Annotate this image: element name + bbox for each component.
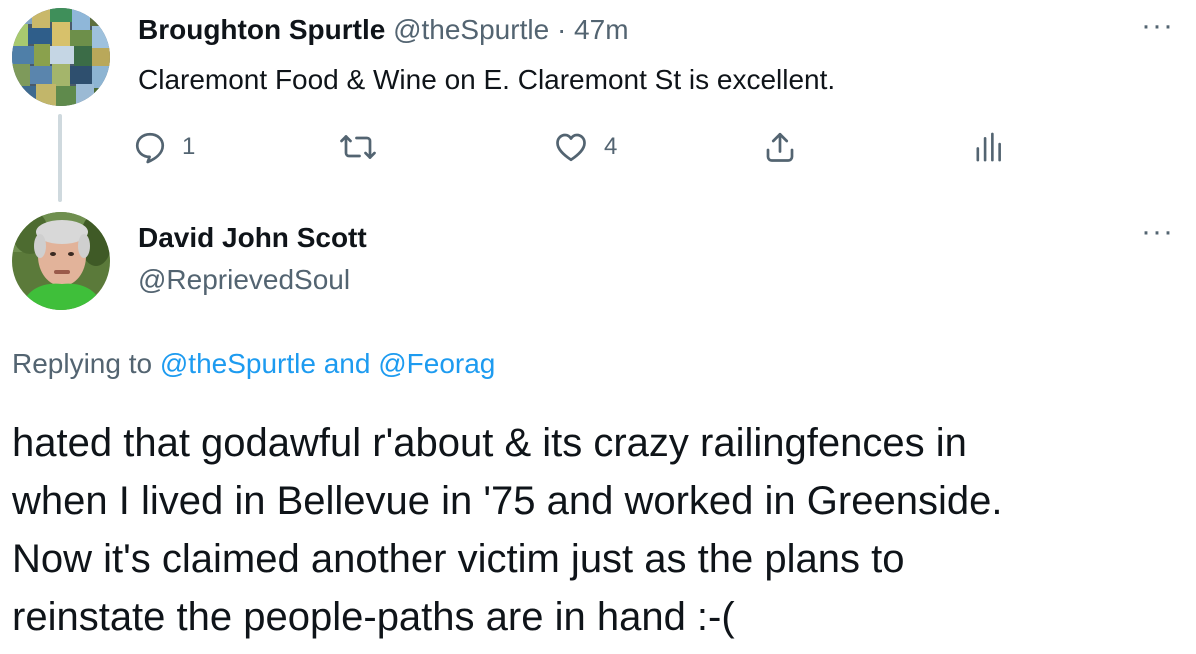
tweet-actions: 1 4 bbox=[132, 122, 1032, 172]
tweet-body: hated that godawful r'about & its crazy … bbox=[12, 414, 1182, 646]
share-icon bbox=[762, 129, 798, 165]
avatar-image bbox=[12, 212, 110, 310]
retweet-icon bbox=[338, 129, 378, 165]
retweet-button[interactable] bbox=[338, 122, 392, 172]
avatar-image bbox=[12, 8, 110, 106]
tweet-body-line: reinstate the people-paths are in hand :… bbox=[12, 595, 735, 639]
tweet-header: Broughton Spurtle @theSpurtle · 47m bbox=[138, 12, 629, 48]
thread-connector-line bbox=[58, 114, 62, 202]
reply-icon bbox=[132, 129, 168, 165]
author-name[interactable]: David John Scott bbox=[138, 220, 367, 256]
tweet-body-line: hated that godawful r'about & its crazy … bbox=[12, 421, 967, 465]
more-icon[interactable]: ··· bbox=[1141, 217, 1174, 247]
reply-button[interactable]: 1 bbox=[132, 122, 195, 172]
author-name[interactable]: Broughton Spurtle bbox=[138, 14, 385, 45]
like-button[interactable]: 4 bbox=[552, 122, 617, 172]
heart-icon bbox=[552, 129, 590, 165]
replying-prefix: Replying to bbox=[12, 348, 153, 379]
author-handle[interactable]: @ReprievedSoul bbox=[138, 262, 350, 298]
more-icon[interactable]: ··· bbox=[1141, 11, 1174, 41]
avatar-broughton-spurtle[interactable] bbox=[12, 8, 110, 106]
separator-dot: · bbox=[556, 14, 567, 45]
share-button[interactable] bbox=[762, 122, 798, 172]
analytics-button[interactable] bbox=[972, 122, 1004, 172]
avatar-david-john-scott[interactable] bbox=[12, 212, 110, 310]
parent-tweet[interactable]: Broughton Spurtle @theSpurtle · 47m ··· … bbox=[0, 0, 1196, 205]
mention-link[interactable]: @Feorag bbox=[378, 348, 495, 379]
replying-joiner[interactable]: and bbox=[324, 348, 371, 379]
replying-to-line: Replying to @theSpurtle and @Feorag bbox=[12, 346, 495, 382]
tweet-body-line: Now it's claimed another victim just as … bbox=[12, 537, 905, 581]
tweet-body-line: when I lived in Bellevue in '75 and work… bbox=[12, 479, 1003, 523]
tweet-timestamp[interactable]: 47m bbox=[574, 14, 628, 45]
author-handle[interactable]: @theSpurtle bbox=[393, 14, 549, 45]
reply-count: 1 bbox=[182, 133, 196, 160]
mention-link[interactable]: @theSpurtle bbox=[160, 348, 316, 379]
analytics-icon bbox=[972, 129, 1004, 165]
like-count: 4 bbox=[604, 133, 618, 160]
tweet-text: Claremont Food & Wine on E. Claremont St… bbox=[138, 64, 836, 95]
